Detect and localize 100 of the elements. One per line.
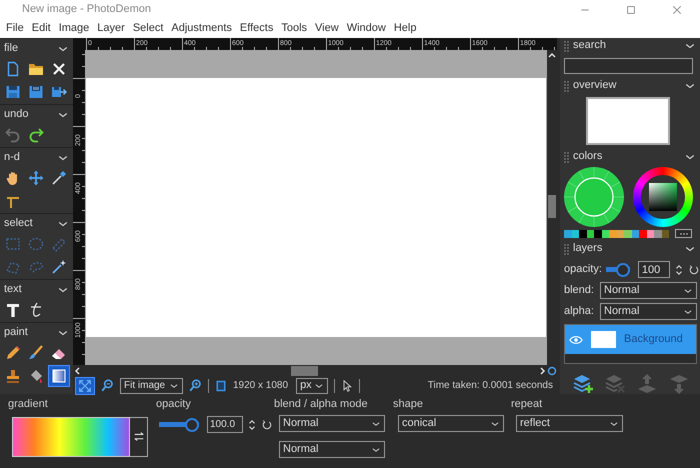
- unit-dropdown[interactable]: px: [296, 378, 328, 394]
- redo-icon: [28, 127, 44, 143]
- grip-icon[interactable]: [564, 152, 569, 162]
- maximize-icon[interactable]: [625, 4, 637, 16]
- zoom-out-icon[interactable]: [101, 379, 114, 392]
- search-field[interactable]: [564, 58, 693, 74]
- menu-item[interactable]: View: [311, 22, 343, 36]
- panel-title: colors: [573, 150, 604, 164]
- panel-title: search: [573, 39, 608, 53]
- layer-action-button[interactable]: [572, 373, 594, 395]
- grip-icon[interactable]: [564, 80, 569, 92]
- new-file-icon: [5, 61, 21, 77]
- layer-thumbnail: [591, 331, 616, 348]
- rectangle-select-icon: [5, 236, 21, 252]
- slider-thumb[interactable]: [185, 418, 199, 432]
- opacity-field[interactable]: 100.0: [207, 416, 243, 433]
- option-label: gradient: [8, 398, 49, 412]
- menu-item[interactable]: Help: [390, 22, 420, 36]
- section-title: file: [4, 42, 18, 56]
- panel-title: layers: [573, 242, 604, 256]
- reset-icon[interactable]: [688, 264, 700, 276]
- field-label: blend:: [564, 284, 594, 298]
- close-icon: [51, 61, 67, 77]
- blend-mode-dropdown[interactable]: Normal: [279, 415, 385, 432]
- more-button[interactable]: [675, 229, 692, 238]
- color-swatch[interactable]: [564, 230, 572, 238]
- option-label: shape: [393, 398, 424, 412]
- section-title: text: [4, 282, 22, 296]
- menu-item[interactable]: Layer: [93, 22, 129, 36]
- close-icon[interactable]: [671, 4, 683, 16]
- section-title: undo: [4, 108, 28, 122]
- text-tool-icon: [5, 302, 21, 318]
- opacity-field[interactable]: 100: [638, 261, 670, 278]
- alpha-mode-dropdown[interactable]: Normal: [279, 441, 385, 458]
- color-swatch[interactable]: [609, 230, 616, 238]
- panel-title: overview: [573, 79, 618, 93]
- time-taken: Time taken: 0.0001 seconds: [428, 380, 553, 392]
- menu-item[interactable]: Tools: [277, 22, 312, 36]
- color-swatch[interactable]: [639, 230, 646, 238]
- color-wheel-drawing[interactable]: [564, 167, 624, 227]
- ellipse-select-icon: [28, 236, 44, 252]
- stamp-icon: [5, 368, 21, 384]
- polygon-select-icon: [5, 259, 21, 275]
- color-swatch[interactable]: [624, 230, 632, 238]
- delete-layer-icon: [604, 373, 626, 395]
- layer-down-icon: [668, 373, 690, 395]
- gradient-icon: [51, 368, 67, 384]
- field-label: opacity:: [564, 262, 602, 276]
- blend-dropdown[interactable]: Normal: [600, 282, 697, 299]
- menu-item[interactable]: Window: [342, 22, 390, 36]
- layer-name: Background: [624, 332, 683, 346]
- option-label: blend / alpha mode: [274, 398, 369, 412]
- grip-icon[interactable]: [564, 244, 569, 254]
- settings-icon[interactable]: [547, 366, 557, 376]
- undo-icon: [5, 127, 21, 143]
- image-icon: [215, 380, 227, 392]
- scroll-thumb[interactable]: [548, 195, 556, 218]
- spinner-icon[interactable]: [674, 262, 684, 276]
- repeat-dropdown[interactable]: reflect: [516, 415, 623, 432]
- folder-icon: [28, 61, 44, 77]
- swap-button[interactable]: [130, 417, 148, 457]
- color-swatch[interactable]: [654, 230, 662, 238]
- menu-item[interactable]: Select: [128, 22, 168, 36]
- slider-thumb[interactable]: [616, 262, 630, 276]
- section-title: n-d: [4, 150, 20, 164]
- menu-item[interactable]: Edit: [28, 22, 55, 36]
- lasso-icon: [28, 259, 44, 275]
- zoom-dropdown[interactable]: Fit image: [120, 378, 183, 394]
- menu-item[interactable]: File: [2, 22, 28, 36]
- section-title: select: [4, 216, 33, 230]
- stylized-text-icon: [28, 302, 44, 318]
- floppy-arrow-icon: [51, 84, 67, 100]
- tool-button[interactable]: [48, 365, 70, 387]
- fit-button[interactable]: [75, 376, 95, 394]
- move-icon: [28, 170, 44, 186]
- horizontal-scrollbar[interactable]: [73, 365, 557, 377]
- eyedropper-icon: [51, 170, 67, 186]
- menu-item[interactable]: Effects: [236, 22, 278, 36]
- shape-dropdown[interactable]: conical: [398, 415, 504, 432]
- zoom-in-icon[interactable]: [189, 379, 202, 392]
- spinner-icon[interactable]: [247, 418, 257, 432]
- image-size: 1920 x 1080: [233, 380, 288, 392]
- cursor-icon[interactable]: [341, 380, 354, 392]
- magic-wand-icon: [51, 259, 67, 275]
- menu-item[interactable]: Adjustments: [167, 22, 236, 36]
- color-swatch[interactable]: [579, 230, 586, 238]
- alpha-dropdown[interactable]: Normal: [600, 303, 697, 320]
- layer-up-icon: [636, 373, 658, 395]
- gradient-preview[interactable]: [12, 417, 130, 457]
- color-swatch[interactable]: [594, 230, 602, 238]
- scroll-up-icon[interactable]: [547, 50, 557, 60]
- menu-item[interactable]: Image: [54, 22, 94, 36]
- scroll-thumb[interactable]: [291, 366, 318, 376]
- brush-icon: [28, 345, 44, 361]
- line-select-icon: [51, 236, 67, 252]
- window-title: New image - PhotoDemon: [22, 3, 152, 17]
- grip-icon[interactable]: [564, 40, 569, 52]
- add-layer-icon: [572, 373, 594, 395]
- fit-to-window-icon: [78, 378, 92, 392]
- reset-icon[interactable]: [261, 418, 273, 430]
